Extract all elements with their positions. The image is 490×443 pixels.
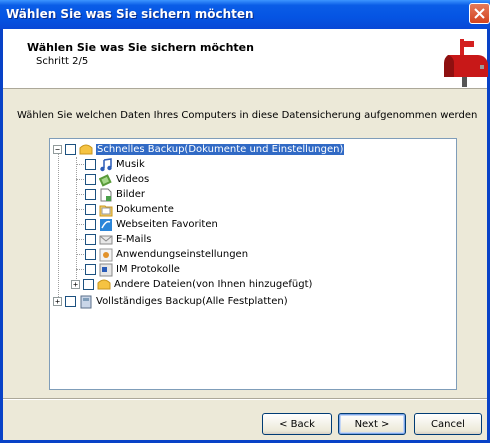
checkbox[interactable] bbox=[85, 234, 96, 245]
document-icon bbox=[99, 205, 113, 216]
tree-node-documents[interactable]: Dokumente bbox=[85, 202, 174, 217]
node-label: Musik bbox=[116, 159, 145, 170]
settings-icon bbox=[99, 248, 113, 261]
mailbox-icon bbox=[444, 39, 488, 87]
tree-node-app-settings[interactable]: Anwendungseinstellungen bbox=[85, 247, 248, 262]
footer-divider bbox=[3, 398, 487, 400]
expand-toggle[interactable]: + bbox=[71, 280, 80, 289]
checkbox[interactable] bbox=[83, 279, 94, 290]
checkbox[interactable] bbox=[85, 249, 96, 260]
cancel-button[interactable]: Cancel bbox=[414, 413, 482, 435]
expand-toggle[interactable]: + bbox=[53, 297, 62, 306]
video-icon bbox=[99, 173, 112, 187]
checkbox[interactable] bbox=[85, 264, 96, 275]
tree-node-full-backup[interactable]: + Vollständiges Backup(Alle Festplatten) bbox=[53, 294, 288, 309]
tree-node-quick-backup[interactable]: − Schnelles Backup(Dokumente und Einstel… bbox=[53, 142, 345, 157]
drive-icon bbox=[80, 295, 92, 308]
next-button[interactable]: Next > bbox=[338, 413, 406, 435]
tree-node-emails[interactable]: E-Mails bbox=[85, 232, 151, 247]
checkbox[interactable] bbox=[65, 296, 76, 307]
back-button[interactable]: < Back bbox=[262, 413, 332, 435]
checkbox[interactable] bbox=[65, 144, 76, 155]
music-icon bbox=[100, 157, 112, 171]
close-button[interactable] bbox=[469, 3, 490, 24]
image-icon bbox=[100, 188, 112, 201]
close-icon bbox=[474, 8, 485, 19]
node-label: Webseiten Favoriten bbox=[116, 219, 218, 230]
tree-node-favorites[interactable]: Webseiten Favoriten bbox=[85, 217, 218, 232]
tree-node-music[interactable]: Musik bbox=[85, 157, 145, 172]
window-title: Wählen Sie was Sie sichern möchten bbox=[6, 7, 254, 21]
header-title: Wählen Sie was Sie sichern möchten bbox=[27, 41, 254, 54]
tree-node-im-logs[interactable]: IM Protokolle bbox=[85, 262, 180, 277]
wizard-header: Wählen Sie was Sie sichern möchten Schri… bbox=[3, 29, 488, 89]
checkbox[interactable] bbox=[85, 174, 96, 185]
title-bar[interactable]: Wählen Sie was Sie sichern möchten bbox=[0, 0, 490, 29]
chat-icon bbox=[99, 263, 113, 276]
dialog-window: Wählen Sie was Sie sichern möchten Wähle… bbox=[0, 0, 490, 443]
node-label: Vollständiges Backup(Alle Festplatten) bbox=[96, 296, 288, 307]
collapse-toggle[interactable]: − bbox=[53, 145, 62, 154]
node-label: IM Protokolle bbox=[116, 264, 180, 275]
tree-node-videos[interactable]: Videos bbox=[85, 172, 149, 187]
node-label: Schnelles Backup(Dokumente und Einstellu… bbox=[96, 144, 345, 155]
checkbox[interactable] bbox=[85, 159, 96, 170]
node-label: Bilder bbox=[116, 189, 146, 200]
description-text: Wählen Sie welchen Daten Ihres Computers… bbox=[17, 110, 478, 121]
tree-node-other-files[interactable]: + Andere Dateien(von Ihnen hinzugefügt) bbox=[71, 277, 312, 292]
node-label: Anwendungseinstellungen bbox=[116, 249, 249, 260]
node-label: Andere Dateien(von Ihnen hinzugefügt) bbox=[114, 279, 313, 290]
backup-tree[interactable]: − Schnelles Backup(Dokumente und Einstel… bbox=[49, 138, 457, 390]
tree-line bbox=[58, 151, 59, 301]
node-label: E-Mails bbox=[116, 234, 152, 245]
folder-icon bbox=[79, 144, 93, 154]
mail-icon bbox=[99, 235, 113, 244]
checkbox[interactable] bbox=[85, 219, 96, 230]
browser-icon bbox=[100, 218, 112, 231]
header-step: Schritt 2/5 bbox=[36, 56, 89, 67]
node-label: Videos bbox=[116, 174, 150, 185]
node-label: Dokumente bbox=[116, 204, 174, 215]
folder-icon bbox=[97, 279, 111, 289]
checkbox[interactable] bbox=[85, 204, 96, 215]
tree-node-images[interactable]: Bilder bbox=[85, 187, 145, 202]
tree-line bbox=[76, 157, 77, 287]
checkbox[interactable] bbox=[85, 189, 96, 200]
